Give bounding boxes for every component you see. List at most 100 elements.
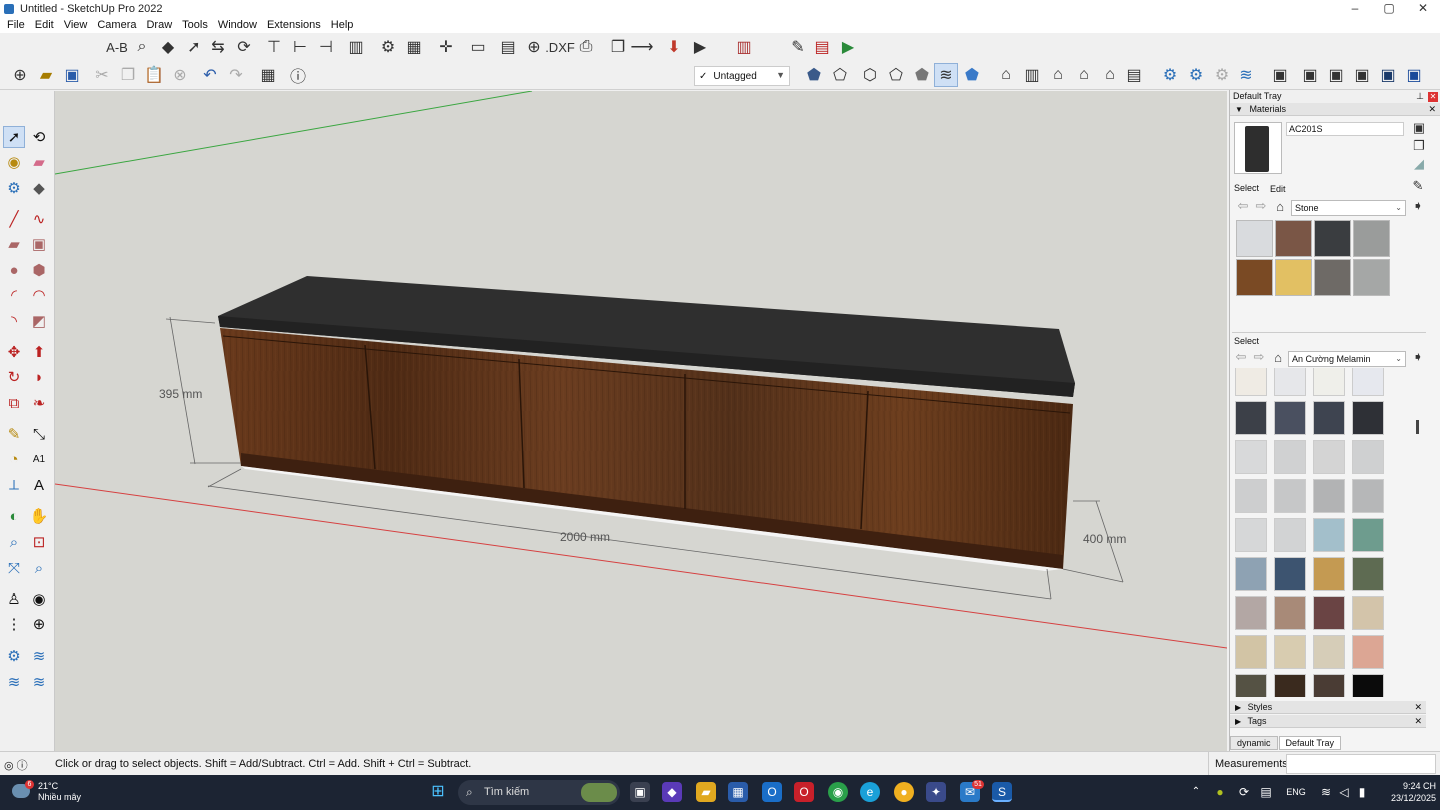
file-explorer-icon[interactable]: ▰ [696, 782, 716, 802]
zoom-window-icon[interactable]: ⊡ [28, 531, 50, 553]
layout-icon-3[interactable]: ▣ [1324, 63, 1348, 87]
hidden-line-icon[interactable]: ⬠ [884, 63, 908, 87]
foxit-icon[interactable]: ✦ [926, 782, 946, 802]
language-indicator[interactable]: ENG [1282, 782, 1310, 802]
materials-section-header[interactable]: ▼ Materials ✕ [1230, 103, 1440, 116]
polygon-tool-icon[interactable]: ⬢ [28, 259, 50, 281]
dxf-export-button[interactable]: .DXF [545, 35, 575, 59]
model-viewport[interactable]: 395 mm 2000 mm 400 mm [55, 91, 1227, 751]
melamin-swatch[interactable] [1274, 596, 1306, 630]
columns-icon[interactable]: ▥ [344, 35, 368, 59]
forward-arrow-icon[interactable]: ⇨ [1254, 198, 1268, 214]
weather-widget[interactable]: 21°C Nhiều mây [38, 781, 81, 803]
line-icon[interactable]: ⟶ [630, 35, 654, 59]
tab-select[interactable]: Select [1234, 183, 1259, 193]
store-icon[interactable]: ▦ [728, 782, 748, 802]
cut-icon[interactable]: ✂ [90, 63, 114, 87]
melamin-swatch[interactable] [1313, 401, 1345, 435]
report-icon[interactable]: ▤ [810, 35, 834, 59]
align-left-icon[interactable]: ⊢ [288, 35, 312, 59]
print-icon[interactable]: ⎙ [574, 35, 598, 59]
refresh-icon[interactable]: ⟳ [232, 35, 256, 59]
melamin-swatch[interactable] [1235, 518, 1267, 552]
melamin-swatch[interactable] [1235, 440, 1267, 474]
rectangle-icon[interactable]: ▭ [466, 35, 490, 59]
edge-icon[interactable]: e [860, 782, 880, 802]
push-pull-icon[interactable]: ⬆ [28, 341, 50, 363]
wireframe-icon[interactable]: ⬡ [858, 63, 882, 87]
3d-text-icon[interactable]: A [28, 474, 50, 496]
search-icon[interactable]: ⌕ [130, 35, 154, 59]
component-icon[interactable]: ⚙ [1158, 63, 1182, 87]
minimize-button[interactable]: – [1338, 0, 1372, 17]
menu-draw[interactable]: Draw [141, 19, 177, 31]
shaded-icon[interactable]: ⬟ [910, 63, 934, 87]
melamin-swatch[interactable] [1352, 368, 1384, 396]
back-arrow-2-icon[interactable]: ⇦ [1234, 349, 1248, 365]
select-tool-icon[interactable]: ➚ [3, 126, 25, 148]
eraser-icon[interactable]: ▰ [28, 151, 50, 173]
menu-extensions[interactable]: Extensions [262, 19, 326, 31]
cabinet-icon[interactable]: ▥ [730, 35, 758, 59]
stone-swatch[interactable] [1314, 259, 1351, 296]
section-plane-icon[interactable]: ⊕ [28, 613, 50, 635]
melamin-swatch[interactable] [1352, 674, 1384, 697]
component2-icon[interactable]: ⚙ [1184, 63, 1208, 87]
melamin-swatch[interactable] [1352, 401, 1384, 435]
pointer-icon[interactable]: ➚ [182, 35, 206, 59]
zoom-extents-icon[interactable]: ⤧ [3, 557, 25, 579]
melamin-swatch[interactable] [1274, 518, 1306, 552]
dimension-tool-icon[interactable]: ⤡ [28, 423, 50, 445]
library-select-1[interactable]: Stone ⌄ [1291, 200, 1406, 216]
melamin-swatch[interactable] [1235, 596, 1267, 630]
home-icon[interactable]: ⌂ [1272, 198, 1288, 214]
stone-swatch[interactable] [1353, 220, 1390, 257]
melamin-swatch[interactable] [1235, 557, 1267, 591]
model-info-icon[interactable]: ▦ [256, 63, 280, 87]
layers-icon[interactable]: ❐ [606, 35, 630, 59]
eraser-tool-icon[interactable]: ✎ [786, 35, 810, 59]
new-file-icon[interactable]: ⊕ [8, 63, 32, 87]
open-folder-icon[interactable]: ▰ [34, 63, 58, 87]
redo-icon[interactable]: ↷ [224, 63, 248, 87]
melamin-swatch[interactable] [1313, 518, 1345, 552]
tape-measure-icon[interactable]: ◆ [156, 35, 180, 59]
layout-icon-1[interactable]: ▣ [1268, 63, 1292, 87]
left-view-icon[interactable]: ▤ [1122, 63, 1146, 87]
stone-swatch[interactable] [1314, 220, 1351, 257]
melamin-swatch[interactable] [1235, 368, 1267, 396]
melamin-swatch[interactable] [1313, 596, 1345, 630]
material-name-field[interactable]: AC201S [1286, 122, 1404, 136]
copilot-icon[interactable]: ◆ [662, 782, 682, 802]
geo-location-icon[interactable]: ◎ ⓘ [4, 757, 28, 773]
gear-icon[interactable]: ⚙ [376, 35, 400, 59]
melamin-swatch[interactable] [1313, 479, 1345, 513]
melamin-swatch[interactable] [1274, 401, 1306, 435]
menu-camera[interactable]: Camera [92, 19, 141, 31]
tray-app-2-icon[interactable]: ⟳ [1234, 782, 1254, 802]
axes-tool-icon[interactable]: ⟂ [3, 474, 25, 496]
line-tool-icon[interactable]: ╱ [3, 208, 25, 230]
melamin-swatch[interactable] [1313, 440, 1345, 474]
tray-tab-dynamic[interactable]: dynamic [1230, 736, 1278, 750]
taskbar-search[interactable]: ⌕ Tìm kiếm [458, 780, 620, 805]
top-view-icon[interactable]: ▥ [1020, 63, 1044, 87]
sketchup-taskbar-icon[interactable]: S [992, 782, 1012, 802]
default-material-icon[interactable]: ◢ [1411, 156, 1427, 172]
details-2-icon[interactable]: ➧ [1410, 349, 1426, 365]
layout-icon-6[interactable]: ▣ [1402, 63, 1426, 87]
melamin-swatch[interactable] [1313, 557, 1345, 591]
melamin-swatch[interactable] [1274, 557, 1306, 591]
library-select-2[interactable]: An Cường Melamin ⌄ [1288, 351, 1406, 367]
settings-alt-icon[interactable]: ≋ [1234, 63, 1258, 87]
menu-tools[interactable]: Tools [177, 19, 213, 31]
back-view-icon[interactable]: ⌂ [1098, 63, 1122, 87]
orbit-select-icon[interactable]: ⟲ [28, 126, 50, 148]
tray-app-1-icon[interactable]: ● [1210, 782, 1230, 802]
monochrome-icon[interactable]: ⬟ [960, 63, 984, 87]
tray-chevron-icon[interactable]: ⌃ [1186, 782, 1206, 802]
offset-tool-icon[interactable]: ❧ [28, 392, 50, 414]
eyedropper-icon[interactable]: ✎ [1410, 178, 1426, 194]
ab-label-button[interactable]: A-B [104, 35, 130, 59]
panels-icon[interactable]: ▤ [496, 35, 520, 59]
